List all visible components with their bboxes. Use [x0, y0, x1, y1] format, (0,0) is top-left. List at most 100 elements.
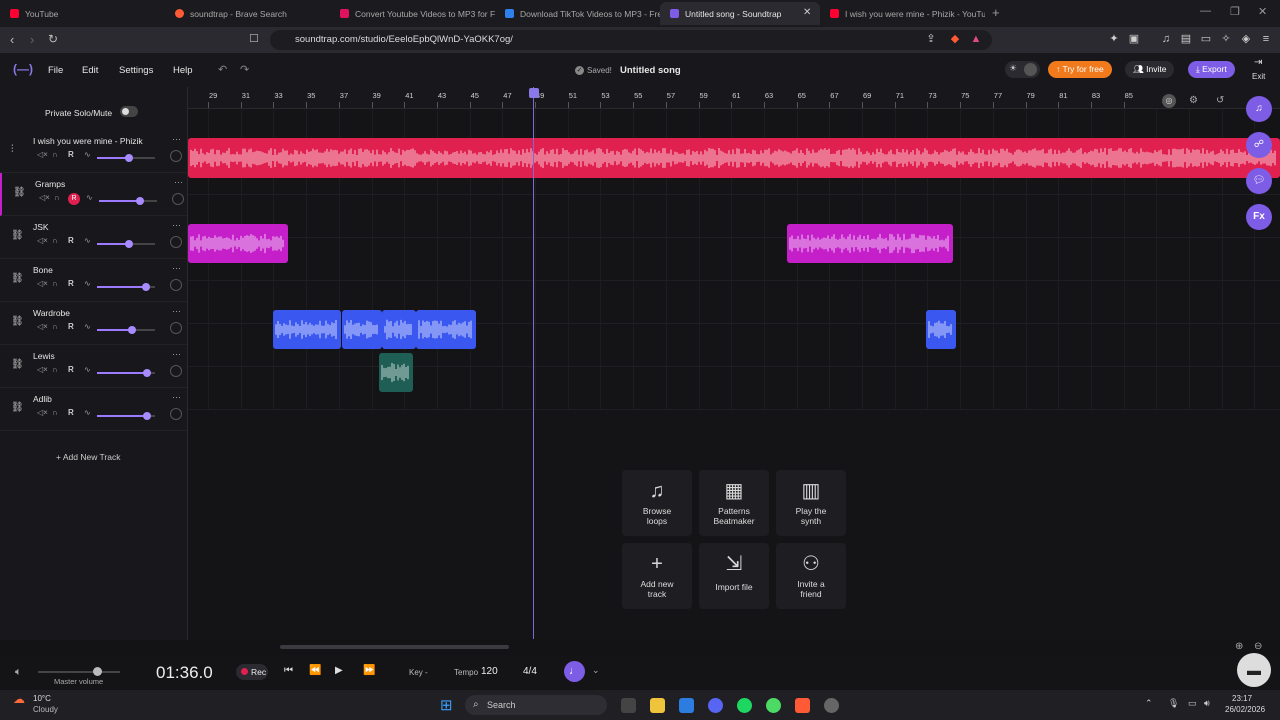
audio-clip[interactable]: [379, 353, 413, 392]
solo-headphone-icon[interactable]: ∩: [52, 365, 58, 374]
add-new-track-tile[interactable]: + Add new track: [622, 543, 692, 609]
audio-clip[interactable]: [787, 224, 953, 263]
chat-side-icon[interactable]: 💬︎: [1246, 168, 1272, 194]
discord-icon[interactable]: [708, 698, 723, 713]
forward-icon[interactable]: ›: [30, 32, 34, 47]
solo-headphone-icon[interactable]: ∩: [52, 279, 58, 288]
browse-loops-button[interactable]: ♫ Browse loops: [622, 470, 692, 536]
rewind-icon[interactable]: ⏪: [309, 665, 321, 676]
rec-arm-button[interactable]: R: [68, 279, 74, 288]
sidebar-icon[interactable]: ▤: [1180, 33, 1192, 45]
browser-tab-active[interactable]: Untitled song - Soundtrap: [660, 2, 820, 25]
fast-forward-icon[interactable]: ⏩: [363, 665, 375, 676]
add-new-track-button[interactable]: + Add New Track: [56, 452, 121, 462]
audio-clip[interactable]: [926, 310, 956, 349]
new-tab-icon[interactable]: +: [992, 5, 1000, 20]
track-name[interactable]: JSK: [33, 222, 49, 232]
track-menu-icon[interactable]: ···: [172, 220, 181, 230]
pan-knob[interactable]: [170, 322, 182, 334]
play-icon[interactable]: ▶: [335, 665, 343, 676]
track-volume-slider[interactable]: [97, 240, 155, 248]
automation-icon[interactable]: ∿: [84, 279, 91, 288]
automation-icon[interactable]: ∿: [84, 236, 91, 245]
volume-icon[interactable]: 🔊︎: [1204, 698, 1210, 709]
track-volume-slider[interactable]: [97, 283, 155, 291]
audio-clip[interactable]: [188, 138, 1280, 178]
track-menu-icon[interactable]: ···: [172, 392, 181, 402]
private-solo-toggle[interactable]: [120, 106, 138, 117]
automation-icon[interactable]: ∿: [84, 322, 91, 331]
collab-side-icon[interactable]: ☍: [1246, 132, 1272, 158]
solo-headphone-icon[interactable]: ∩: [52, 150, 58, 159]
solo-headphone-icon[interactable]: ∩: [52, 408, 58, 417]
solo-headphone-icon[interactable]: ∩: [52, 236, 58, 245]
volume-knob[interactable]: [143, 412, 151, 420]
minimize-icon[interactable]: —: [1200, 5, 1211, 17]
metronome-icon[interactable]: ♩: [564, 661, 585, 682]
close-tab-icon[interactable]: ✕: [803, 7, 811, 18]
redo-icon[interactable]: ↷: [240, 63, 249, 76]
automation-icon[interactable]: ∿: [84, 408, 91, 417]
menu-icon[interactable]: ≡: [1260, 33, 1272, 45]
master-volume-knob[interactable]: [93, 667, 102, 676]
track-header[interactable]: ⛓ Adlib ··· ◁× ∩ R ∿: [0, 388, 187, 431]
undo-icon[interactable]: ↶: [218, 63, 227, 76]
clock-date[interactable]: 26/02/2026: [1225, 705, 1265, 714]
play-synth-button[interactable]: ▥ Play the synth: [776, 470, 846, 536]
steam-icon[interactable]: [824, 698, 839, 713]
headphones-icon[interactable]: ◎: [1162, 94, 1176, 108]
rec-button[interactable]: Rec: [236, 664, 268, 680]
network-icon[interactable]: ▭: [1188, 698, 1197, 709]
leo-icon[interactable]: ✧: [1220, 33, 1232, 45]
automation-icon[interactable]: ∿: [84, 150, 91, 159]
pan-knob[interactable]: [170, 365, 182, 377]
zoom-out-icon[interactable]: ⊖: [1254, 641, 1262, 652]
rec-arm-button[interactable]: R: [68, 193, 80, 205]
url-field[interactable]: soundtrap.com/studio/EeeloEpbQlWnD-YaOKK…: [270, 30, 992, 50]
volume-knob[interactable]: [128, 326, 136, 334]
close-window-icon[interactable]: ✕: [1258, 5, 1267, 18]
master-volume-slider[interactable]: [38, 667, 120, 676]
mute-icon[interactable]: ◁×: [37, 365, 48, 374]
horizontal-scrollbar[interactable]: [280, 645, 509, 649]
key-value[interactable]: -: [425, 668, 428, 677]
wallet-icon[interactable]: ▭: [1200, 33, 1212, 45]
track-header[interactable]: ⛓ Gramps ··· ◁× ∩ R ∿: [0, 173, 187, 216]
mute-icon[interactable]: ◁×: [37, 408, 48, 417]
track-menu-icon[interactable]: ···: [172, 134, 181, 144]
menu-edit[interactable]: Edit: [82, 65, 98, 76]
back-icon[interactable]: ‹: [10, 32, 14, 47]
automation-icon[interactable]: ∿: [86, 193, 93, 202]
file-explorer-icon[interactable]: [650, 698, 665, 713]
volume-knob[interactable]: [125, 154, 133, 162]
browser-tab[interactable]: Convert Youtube Videos to MP3 for F: [330, 2, 495, 25]
mute-icon[interactable]: ◁×: [37, 279, 48, 288]
soundtrap-logo-icon[interactable]: (—): [13, 62, 33, 76]
track-name[interactable]: Gramps: [35, 179, 65, 189]
invite-friend-button[interactable]: ⚇ Invite a friend: [776, 543, 846, 609]
music-icon[interactable]: ♫: [1160, 33, 1172, 45]
automation-icon[interactable]: ∿: [84, 365, 91, 374]
browser-tab[interactable]: YouTube: [0, 2, 165, 25]
track-name[interactable]: Bone: [33, 265, 53, 275]
reload-icon[interactable]: ↻: [48, 32, 58, 46]
chat-support-icon[interactable]: ▬: [1237, 653, 1271, 687]
track-volume-slider[interactable]: [97, 369, 155, 377]
volume-knob[interactable]: [143, 369, 151, 377]
mute-icon[interactable]: ◁×: [37, 150, 48, 159]
menu-settings[interactable]: Settings: [119, 65, 153, 76]
brave-taskbar-icon[interactable]: [795, 698, 810, 713]
track-menu-icon[interactable]: ···: [174, 177, 183, 187]
app-icon[interactable]: [766, 698, 781, 713]
rec-arm-button[interactable]: R: [68, 408, 74, 417]
track-name[interactable]: Wardrobe: [33, 308, 70, 318]
rec-arm-button[interactable]: R: [68, 150, 74, 159]
audio-clip[interactable]: [273, 310, 341, 349]
track-menu-icon[interactable]: ···: [172, 306, 181, 316]
mic-icon[interactable]: 🎙︎: [1168, 698, 1179, 709]
tempo-value[interactable]: 120: [481, 666, 498, 677]
windows-start-icon[interactable]: ⊞: [440, 696, 453, 714]
track-name[interactable]: Lewis: [33, 351, 55, 361]
audio-clip[interactable]: [416, 310, 476, 349]
rec-arm-button[interactable]: R: [68, 322, 74, 331]
